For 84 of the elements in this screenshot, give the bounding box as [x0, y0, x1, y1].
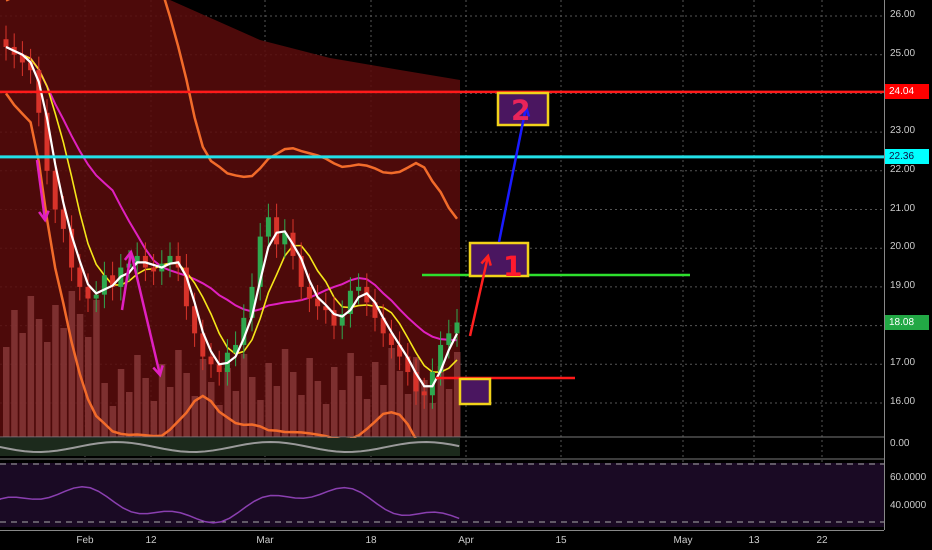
candle	[282, 218, 288, 258]
price-tick-label: 23.00	[890, 125, 916, 136]
price-tick-label: 22.00	[890, 164, 916, 175]
candle	[77, 254, 82, 301]
candle	[36, 56, 42, 127]
candle	[323, 292, 328, 324]
price-tick-label: 19.00	[890, 280, 916, 291]
price-tick-label: 21.00	[890, 202, 916, 214]
time-tick-label: 12	[145, 535, 157, 546]
candle	[315, 284, 320, 320]
candle	[126, 250, 132, 282]
candle	[28, 48, 34, 84]
candle	[12, 32, 17, 69]
time-tick-label: 22	[816, 535, 828, 546]
candle	[454, 308, 460, 348]
volume-bar	[167, 387, 174, 437]
volume-bar	[126, 392, 132, 437]
candle	[422, 377, 427, 410]
candle	[216, 350, 222, 386]
candle	[364, 272, 370, 316]
candle	[200, 319, 206, 371]
candle	[405, 342, 410, 386]
candle	[20, 40, 25, 76]
candle	[388, 319, 394, 359]
candle	[224, 338, 230, 386]
price-label: 18.08	[885, 314, 929, 330]
candle	[274, 203, 280, 258]
candle	[118, 254, 124, 301]
candle	[4, 25, 8, 61]
candle	[250, 272, 254, 332]
candle	[208, 342, 214, 378]
candle	[298, 242, 304, 301]
candle	[290, 218, 296, 270]
price-tick-label: 25.00	[890, 48, 916, 59]
candle	[176, 242, 181, 282]
price-label: 22.36	[885, 148, 929, 164]
time-tick-label: 18	[365, 535, 377, 546]
price-tick-label: 16.00	[890, 396, 916, 407]
annotation-label: 1	[503, 250, 522, 283]
rsi-tick-label: 60.0000	[890, 472, 926, 483]
candle	[110, 261, 116, 301]
volume-bar	[208, 382, 214, 437]
oscillator-tick-label: 0.00	[890, 438, 910, 449]
volume-bar	[290, 372, 296, 437]
candle	[340, 300, 345, 340]
candle	[356, 272, 362, 305]
arrow	[36, 160, 50, 223]
candle	[60, 195, 66, 243]
candle	[348, 276, 353, 328]
volume-bar	[249, 377, 256, 437]
candle	[372, 288, 378, 332]
time-tick-label: May	[674, 535, 692, 546]
candle	[102, 261, 107, 309]
candle	[438, 330, 444, 386]
candle	[380, 304, 386, 348]
price-label: 24.04	[885, 84, 929, 99]
candle	[159, 250, 164, 286]
candle	[414, 358, 418, 406]
time-tick-label: Apr	[458, 535, 474, 546]
time-tick-label: Mar	[256, 535, 274, 546]
time-tick-label: 15	[555, 535, 567, 546]
price-tick-label: 20.00	[890, 241, 916, 252]
candle	[306, 272, 312, 313]
candle	[446, 319, 452, 359]
candle	[86, 272, 90, 313]
candle	[151, 254, 156, 286]
rsi-tick-label: 40.0000	[890, 500, 926, 511]
candle	[430, 358, 435, 410]
candle	[192, 292, 198, 348]
candle	[233, 330, 238, 367]
time-tick-label: 13	[748, 535, 760, 546]
candle	[184, 254, 189, 320]
candle	[168, 242, 172, 278]
time-tick-label: Feb	[76, 535, 94, 546]
highlight-box	[468, 242, 530, 278]
candle	[332, 296, 336, 340]
highlight-box	[458, 378, 492, 406]
price-tick-label: 26.00	[890, 9, 916, 20]
volume-bar	[331, 367, 338, 437]
price-tick-label: 17.00	[890, 357, 916, 368]
candle	[94, 280, 99, 313]
candle	[142, 242, 148, 282]
candle	[69, 214, 74, 282]
candle	[397, 330, 402, 371]
